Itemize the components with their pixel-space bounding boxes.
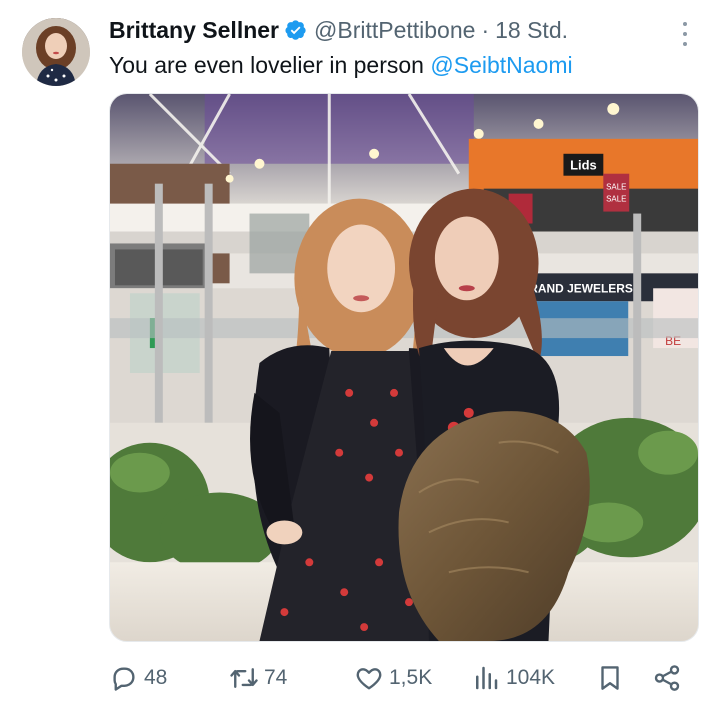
tweet-card[interactable]: Brittany Sellner @BrittPettibone · 18 St…	[0, 0, 720, 716]
tweet-photo[interactable]: Lids SALE SALE GRAND JEWELERS BE	[109, 93, 699, 642]
mention-link[interactable]: @SeibtNaomi	[430, 52, 572, 78]
author-handle[interactable]: @BrittPettibone	[314, 17, 475, 44]
photo-image: Lids SALE SALE GRAND JEWELERS BE	[110, 94, 698, 641]
tweet-text: You are even lovelier in person @SeibtNa…	[109, 52, 573, 79]
repost-count: 74	[264, 666, 288, 689]
repost-button[interactable]: 74	[229, 660, 287, 696]
header-separator: ·	[481, 16, 490, 43]
more-options-button[interactable]	[672, 20, 698, 48]
verified-badge-icon	[285, 20, 306, 40]
sign-grand-jewelers: GRAND JEWELERS	[520, 281, 633, 295]
bar-chart-icon	[476, 666, 498, 690]
author-avatar[interactable]	[22, 18, 90, 86]
author-display-name[interactable]: Brittany Sellner	[109, 17, 279, 44]
vertical-ellipsis-icon	[683, 22, 687, 26]
tweet-header: Brittany Sellner @BrittPettibone · 18 St…	[109, 14, 568, 46]
heart-icon	[356, 668, 382, 690]
views-button[interactable]: 104K	[471, 660, 555, 696]
sign-lids: Lids	[570, 158, 597, 173]
share-icon	[654, 665, 680, 691]
bookmark-icon	[601, 666, 619, 690]
tweet-actions: 48 74 1,5K 104K	[109, 660, 699, 696]
tweet-timestamp[interactable]: 18 Std.	[495, 17, 568, 44]
repost-arrows-icon	[230, 668, 258, 688]
sign-sale-2: SALE	[606, 195, 626, 204]
reply-button[interactable]: 48	[109, 660, 167, 696]
like-button[interactable]: 1,5K	[354, 660, 432, 696]
view-count: 104K	[506, 666, 556, 689]
share-button[interactable]	[652, 660, 682, 696]
like-count: 1,5K	[389, 666, 433, 689]
speech-bubble-icon	[113, 667, 135, 691]
ellipsis-dot	[683, 42, 687, 46]
bookmark-button[interactable]	[595, 660, 625, 696]
reply-count: 48	[144, 666, 168, 689]
avatar-photo	[22, 18, 90, 86]
tweet-body: You are even lovelier in person	[109, 52, 424, 78]
sign-sale-1: SALE	[606, 183, 626, 192]
ellipsis-dot	[683, 32, 687, 36]
